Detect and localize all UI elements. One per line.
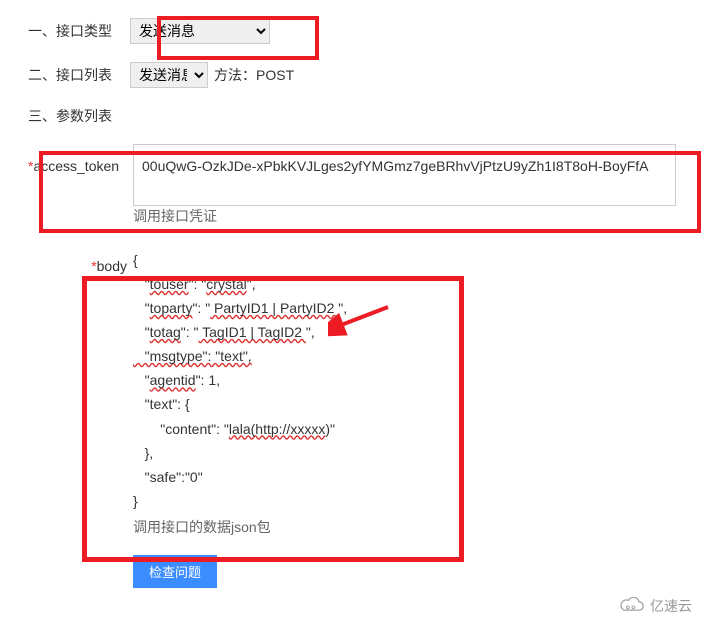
- cloud-icon: [618, 597, 646, 615]
- method-label: 方法：POST: [214, 65, 294, 85]
- param-access-token-label: *access_token: [28, 144, 133, 174]
- watermark: 亿速云: [618, 596, 692, 616]
- body-help: 调用接口的数据json包: [133, 517, 676, 537]
- interface-list-select[interactable]: 发送消息: [130, 62, 208, 88]
- body-json-input[interactable]: { "touser": "crystal", "toparty": " Part…: [133, 244, 433, 517]
- access-token-input[interactable]: 00uQwG-OzkJDe-xPbkKVJLges2yfYMGmz7geBRhv…: [133, 144, 676, 206]
- param-body-label: *body: [28, 244, 133, 274]
- section1-label: 一、接口类型: [28, 21, 130, 41]
- section2-label: 二、接口列表: [28, 65, 130, 85]
- interface-type-select[interactable]: 发送消息: [130, 18, 270, 44]
- access-token-help: 调用接口凭证: [133, 206, 676, 226]
- section3-label: 三、参数列表: [28, 106, 130, 126]
- check-button[interactable]: 检查问题: [133, 555, 217, 588]
